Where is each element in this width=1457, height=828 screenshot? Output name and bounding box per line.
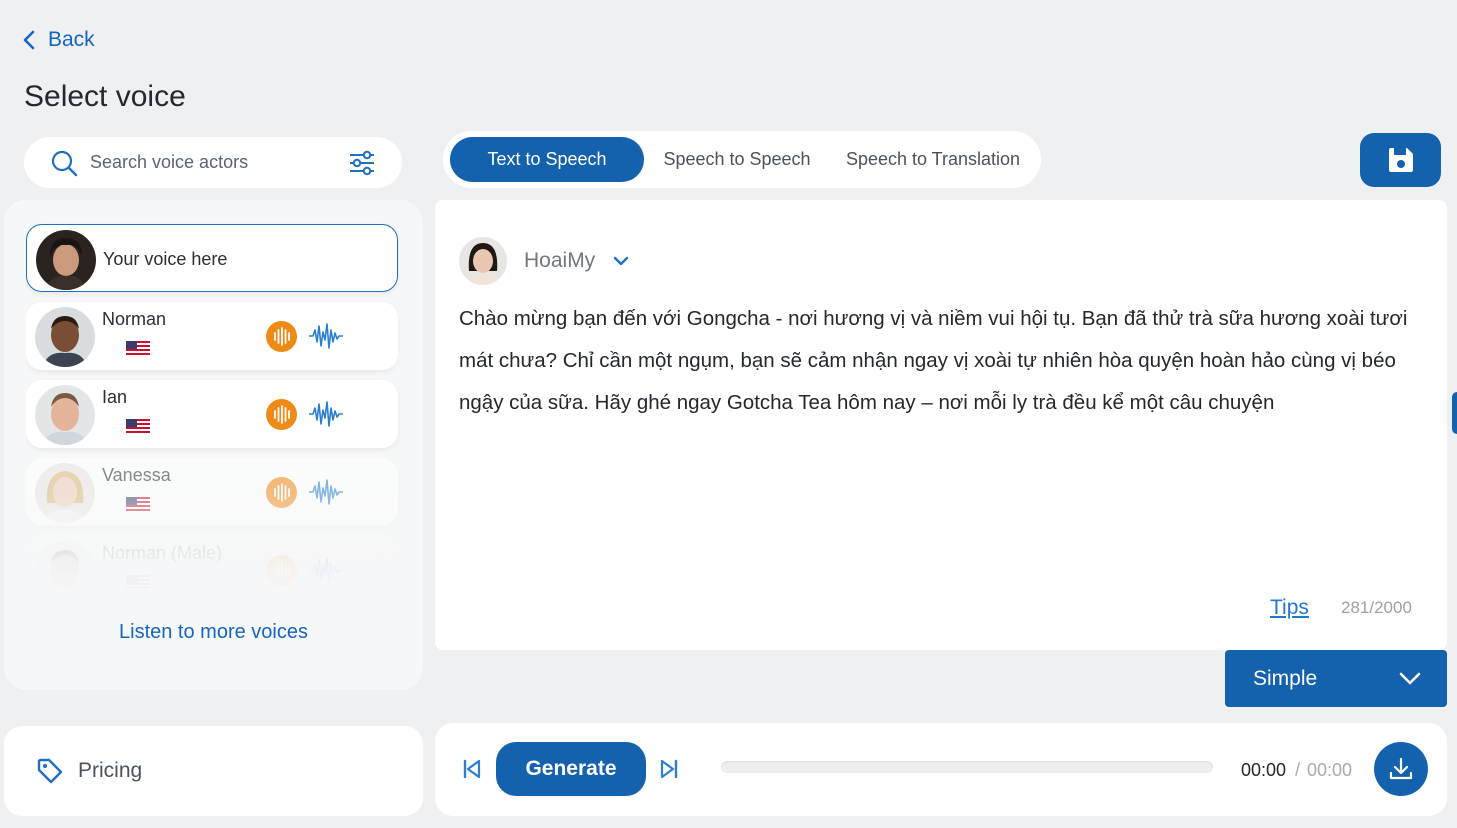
voice-name: Norman (Male) <box>102 543 223 563</box>
voice-card-vanessa[interactable]: Vanessa <box>26 458 398 526</box>
audio-play-icon[interactable] <box>266 321 297 352</box>
avatar <box>35 463 95 523</box>
download-button[interactable] <box>1374 742 1428 796</box>
pricing-label: Pricing <box>78 759 143 782</box>
avatar <box>35 385 95 445</box>
audio-play-icon[interactable] <box>266 399 297 430</box>
us-flag-icon <box>126 341 150 357</box>
voice-name: Your voice here <box>103 249 228 269</box>
current-time: 00:00 <box>1241 760 1287 780</box>
tips-link[interactable]: Tips <box>1270 596 1309 620</box>
voice-name: Vanessa <box>102 465 171 485</box>
page-title: Select voice <box>24 80 186 113</box>
text-editor-panel: HoaiMy Chào mừng bạn đến với Gongcha - n… <box>435 200 1447 650</box>
waveform-icon[interactable] <box>308 556 344 584</box>
pricing-button[interactable]: Pricing <box>4 726 423 816</box>
chevron-down-icon <box>1399 672 1421 684</box>
avatar <box>35 307 95 367</box>
script-textarea[interactable]: Chào mừng bạn đến với Gongcha - nơi hươn… <box>459 298 1419 424</box>
character-counter: 281/2000 <box>1341 598 1412 617</box>
audio-player-bar: Generate 00:00 / 00:00 <box>435 723 1447 816</box>
search-icon <box>51 150 78 176</box>
waveform-icon[interactable] <box>308 322 344 350</box>
price-tag-icon <box>37 758 63 784</box>
skip-previous-icon[interactable] <box>462 759 482 779</box>
download-icon <box>1389 757 1413 780</box>
mode-selected-value: Simple <box>1253 666 1318 690</box>
voice-name: Norman <box>102 309 167 329</box>
listen-more-voices-link[interactable]: Listen to more voices <box>4 621 423 644</box>
search-input[interactable] <box>90 152 330 173</box>
voice-card-ian[interactable]: Ian <box>26 380 398 448</box>
voice-card-your-voice[interactable]: Your voice here <box>26 224 398 292</box>
skip-next-icon[interactable] <box>659 759 679 779</box>
voice-name: Ian <box>102 387 128 407</box>
voice-card-norman[interactable]: Norman <box>26 302 398 370</box>
floppy-disk-icon <box>1388 148 1413 172</box>
time-separator: / <box>1295 760 1301 780</box>
back-label: Back <box>48 28 95 51</box>
audio-play-icon[interactable] <box>266 555 297 586</box>
voice-card-norman-male[interactable]: Norman (Male) <box>26 536 398 588</box>
mode-dropdown[interactable]: Simple <box>1225 650 1447 707</box>
tab-speech-to-translation[interactable]: Speech to Translation <box>830 137 1036 182</box>
filter-sliders-icon[interactable] <box>348 150 376 176</box>
tab-speech-to-speech[interactable]: Speech to Speech <box>644 137 830 182</box>
generate-button[interactable]: Generate <box>496 742 646 796</box>
voice-list[interactable]: Your voice here Norman Ian Vanessa Norma… <box>26 222 400 588</box>
chevron-down-icon <box>613 256 629 266</box>
mode-tabs: Text to Speech Speech to Speech Speech t… <box>443 131 1041 188</box>
save-button[interactable] <box>1360 133 1441 187</box>
us-flag-icon <box>126 575 150 588</box>
avatar <box>36 230 96 290</box>
back-button[interactable]: Back <box>22 28 95 52</box>
speaker-name: HoaiMy <box>524 249 596 272</box>
voice-search-bar <box>24 137 402 188</box>
waveform-icon[interactable] <box>308 478 344 506</box>
us-flag-icon <box>126 497 150 513</box>
voice-list-panel: Your voice here Norman Ian Vanessa Norma… <box>4 200 423 690</box>
speaker-selector[interactable]: HoaiMy <box>459 237 629 285</box>
avatar <box>459 237 507 285</box>
chevron-left-icon <box>23 30 35 50</box>
us-flag-icon <box>126 419 150 435</box>
audio-play-icon[interactable] <box>266 477 297 508</box>
waveform-icon[interactable] <box>308 400 344 428</box>
playback-progress-bar[interactable] <box>721 761 1213 773</box>
side-panel-handle[interactable] <box>1452 392 1457 434</box>
app-window: Back Select voice Your voice here <box>0 0 1457 828</box>
tab-text-to-speech[interactable]: Text to Speech <box>450 137 644 182</box>
avatar <box>35 541 95 588</box>
total-time: 00:00 <box>1307 760 1353 780</box>
